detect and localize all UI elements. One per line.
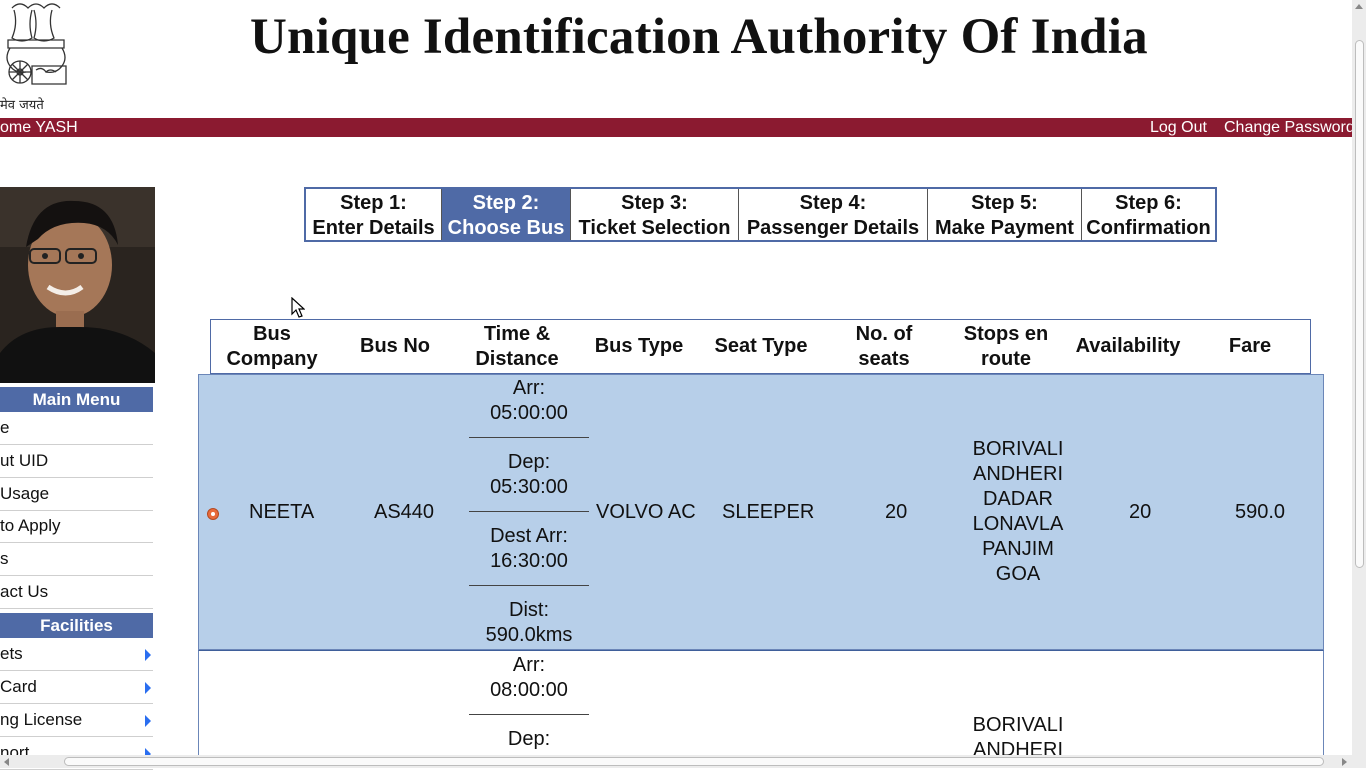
departure-time: Dep: xyxy=(507,728,551,750)
step-number: Step 4: xyxy=(799,192,867,214)
step-label: Ticket Selection xyxy=(578,217,731,239)
bus-type: VOLVO AC xyxy=(596,501,696,523)
sidebar-item-home[interactable]: e xyxy=(0,412,153,445)
bus-row[interactable]: Arr: 08:00:00 Dep: BORIVALI ANDHERI xyxy=(198,650,1324,761)
seat-count: 20 xyxy=(885,501,908,523)
arrival-time: Arr: 05:00:00 xyxy=(490,377,568,424)
divider xyxy=(469,437,589,438)
results-table-header: Bus Company Bus No Time & Distance Bus T… xyxy=(210,319,1311,374)
chevron-right-icon xyxy=(145,682,151,694)
col-header-bus-company: Bus Company xyxy=(226,322,318,370)
step-confirmation[interactable]: Step 6: Confirmation xyxy=(1082,189,1215,240)
step-label: Confirmation xyxy=(1086,217,1211,239)
sidebar-item-faqs[interactable]: s xyxy=(0,543,153,576)
col-header-availability: Availability xyxy=(1075,335,1181,357)
col-header-stops: Stops en route xyxy=(963,322,1049,370)
sidebar-item-label: to Apply xyxy=(0,516,61,535)
step-passenger-details[interactable]: Step 4: Passenger Details xyxy=(739,189,928,240)
bus-number: AS440 xyxy=(374,501,435,523)
destination-arrival-time: Dest Arr: 16:30:00 xyxy=(490,525,568,572)
distance: Dist: 590.0kms xyxy=(485,599,573,646)
sidebar-item-label: Card xyxy=(0,677,37,696)
sidebar-item-card[interactable]: Card xyxy=(0,671,153,704)
step-label: Choose Bus xyxy=(447,217,565,239)
chevron-right-icon xyxy=(145,649,151,661)
scroll-left-icon[interactable] xyxy=(4,758,9,766)
divider xyxy=(469,714,589,715)
profile-photo xyxy=(0,187,155,383)
horizontal-scrollbar[interactable] xyxy=(0,755,1366,768)
step-label: Make Payment xyxy=(935,217,1074,239)
step-label: Enter Details xyxy=(312,217,435,239)
departure-time: Dep: 05:30:00 xyxy=(490,451,568,498)
col-header-bus-type: Bus Type xyxy=(594,335,684,357)
horizontal-scroll-thumb[interactable] xyxy=(64,757,1324,766)
col-header-bus-no: Bus No xyxy=(360,335,430,357)
time-distance-cell: Arr: 08:00:00 Dep: xyxy=(469,653,589,761)
stops-en-route: BORIVALI ANDHERI DADAR LONAVLA PANJIM GO… xyxy=(972,438,1064,585)
arrival-time: Arr: 08:00:00 xyxy=(490,654,568,701)
step-number: Step 5: xyxy=(971,192,1038,214)
step-number: Step 1: xyxy=(340,192,407,214)
step-number: Step 2: xyxy=(472,192,540,214)
step-make-payment[interactable]: Step 5: Make Payment xyxy=(928,189,1082,240)
sidebar-item-label: Usage xyxy=(0,484,50,503)
logout-link[interactable]: Log Out xyxy=(1150,118,1207,137)
booking-steps: Step 1: Enter Details Step 2: Choose Bus… xyxy=(304,187,1217,242)
bus-row[interactable]: NEETA AS440 Arr: 05:00:00 Dep: 05:30:00 De… xyxy=(198,374,1324,650)
col-header-seat-type: Seat Type xyxy=(714,335,808,357)
sidebar-item-driving-license[interactable]: ng License xyxy=(0,704,153,737)
facilities-header: Facilities xyxy=(0,613,153,638)
national-emblem-icon: मेव जयते xyxy=(0,0,72,113)
scroll-up-icon[interactable] xyxy=(1355,4,1363,9)
col-header-time-distance: Time & Distance xyxy=(475,322,559,370)
vertical-scrollbar[interactable] xyxy=(1352,0,1366,755)
sidebar-item-about-uid[interactable]: ut UID xyxy=(0,445,153,478)
step-enter-details[interactable]: Step 1: Enter Details xyxy=(306,189,442,240)
col-header-no-of-seats: No. of seats xyxy=(855,322,913,370)
change-password-link[interactable]: Change Password xyxy=(1224,118,1355,137)
sidebar-item-tickets[interactable]: ets xyxy=(0,638,153,671)
welcome-text: ome YASH xyxy=(0,119,78,136)
step-choose-bus[interactable]: Step 2: Choose Bus xyxy=(442,189,571,240)
main-menu-header: Main Menu xyxy=(0,387,153,412)
vertical-scroll-thumb[interactable] xyxy=(1355,40,1364,568)
divider xyxy=(469,585,589,586)
sidebar-item-label: ut UID xyxy=(0,451,49,470)
emblem-motto: मेव जयते xyxy=(0,98,44,113)
sidebar-item-how-to-apply[interactable]: to Apply xyxy=(0,510,153,543)
step-label: Passenger Details xyxy=(746,217,920,239)
chevron-right-icon xyxy=(145,715,151,727)
sidebar-item-label: ng License xyxy=(0,710,83,729)
scroll-right-icon[interactable] xyxy=(1342,758,1347,766)
divider xyxy=(469,511,589,512)
sidebar-item-label: act Us xyxy=(0,582,49,601)
sidebar-item-label: ets xyxy=(0,644,23,663)
fare: 590.0 xyxy=(1235,501,1286,523)
step-number: Step 6: xyxy=(1115,192,1182,214)
col-header-fare: Fare xyxy=(1228,335,1272,357)
sidebar-item-contact-us[interactable]: act Us xyxy=(0,576,153,609)
bus-company: NEETA xyxy=(249,501,315,523)
top-bar: ome YASH Log Out Change Password xyxy=(0,118,1356,137)
sidebar-item-label: e xyxy=(0,418,10,437)
step-ticket-selection[interactable]: Step 3: Ticket Selection xyxy=(571,189,739,240)
seat-type: SLEEPER xyxy=(722,501,815,523)
availability: 20 xyxy=(1129,501,1152,523)
step-number: Step 3: xyxy=(621,192,688,214)
sidebar-item-label: s xyxy=(0,549,9,568)
time-distance-cell: Arr: 05:00:00 Dep: 05:30:00 Dest Arr: 16:30… xyxy=(469,376,589,648)
bus-select-radio[interactable] xyxy=(207,508,219,520)
site-title: Unique Identification Authority Of India xyxy=(250,9,1148,65)
sidebar-item-usage[interactable]: Usage xyxy=(0,478,153,511)
